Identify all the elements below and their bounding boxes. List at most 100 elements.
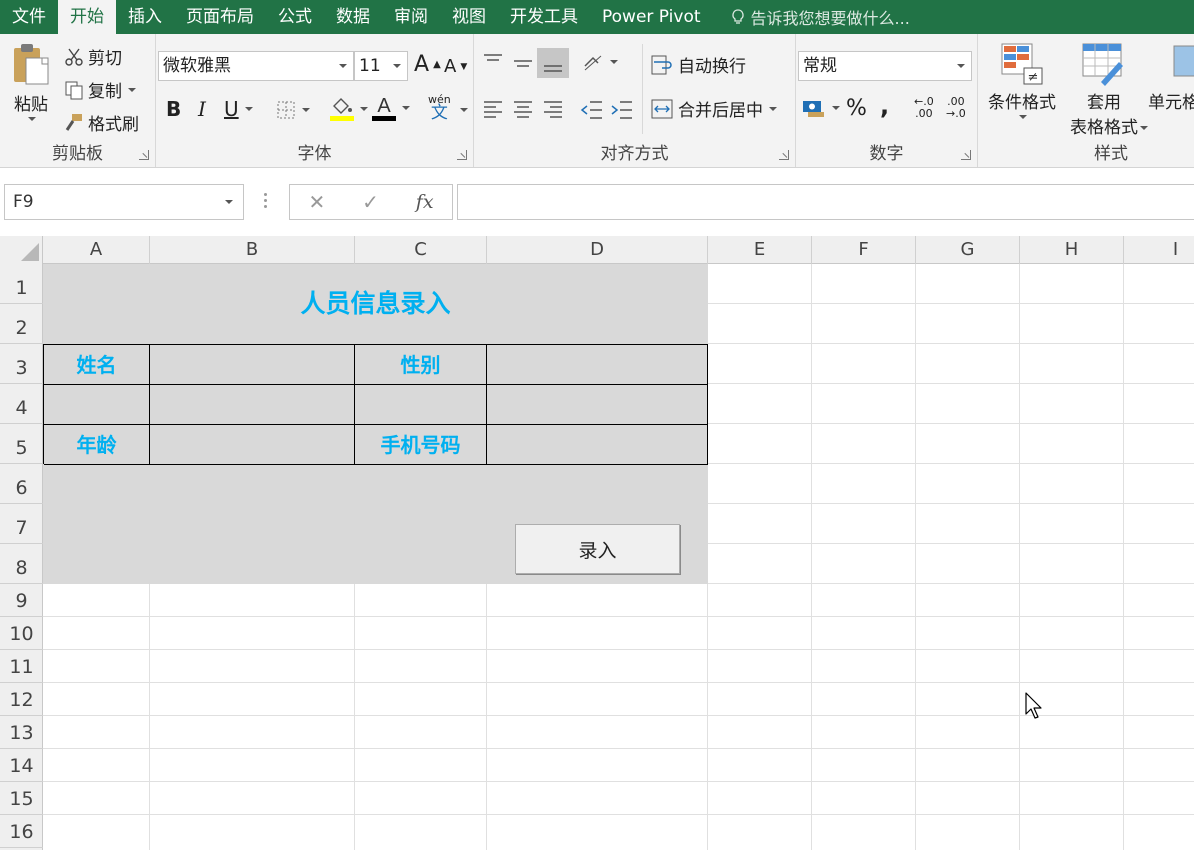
fill-color-button[interactable] [330, 96, 368, 122]
column-header-h[interactable]: H [1020, 236, 1124, 264]
phonetic-dropdown-icon[interactable] [460, 108, 468, 112]
column-header-d[interactable]: D [487, 236, 708, 264]
row-header-12[interactable]: 12 [0, 683, 43, 716]
tab-insert[interactable]: 插入 [116, 0, 174, 34]
row-header-9[interactable]: 9 [0, 584, 43, 617]
phone-label[interactable]: 手机号码 [355, 425, 487, 465]
font-color-button[interactable]: A [372, 94, 410, 122]
tab-developer[interactable]: 开发工具 [498, 0, 590, 34]
row-header-10[interactable]: 10 [0, 617, 43, 650]
conditional-formatting-dropdown-icon[interactable] [1019, 115, 1027, 119]
orientation-button[interactable] [582, 52, 618, 72]
row-header-2[interactable]: 2 [0, 304, 43, 344]
row-header-4[interactable]: 4 [0, 384, 43, 424]
empty-cell-b4[interactable] [150, 385, 355, 425]
copy-button[interactable]: 复制 [64, 77, 136, 102]
align-center-icon[interactable] [512, 98, 534, 122]
row-header-13[interactable]: 13 [0, 716, 43, 749]
tab-formulas[interactable]: 公式 [266, 0, 324, 34]
age-input-cell[interactable] [150, 425, 355, 465]
submit-button[interactable]: 录入 [515, 524, 680, 574]
insert-function-icon[interactable]: fx [416, 191, 434, 213]
cell-styles-button[interactable]: 单元格 [1148, 42, 1194, 113]
font-launcher-icon[interactable] [457, 150, 467, 160]
column-header-g[interactable]: G [916, 236, 1020, 264]
column-header-a[interactable]: A [43, 236, 150, 264]
name-box-dropdown-icon[interactable] [225, 200, 233, 204]
row-header-3[interactable]: 3 [0, 344, 43, 384]
font-size-dropdown-icon[interactable] [393, 64, 401, 68]
decrease-indent-icon[interactable] [580, 98, 604, 122]
row-header-15[interactable]: 15 [0, 782, 43, 815]
alignment-launcher-icon[interactable] [779, 150, 789, 160]
font-name-combo[interactable]: 微软雅黑 [158, 51, 354, 81]
empty-cell-a4[interactable] [44, 385, 150, 425]
name-box[interactable]: F9 [4, 184, 244, 220]
number-format-dropdown-icon[interactable] [957, 64, 965, 68]
merge-center-button[interactable]: 合并后居中 [650, 96, 777, 121]
row-header-7[interactable]: 7 [0, 504, 43, 544]
tab-power-pivot[interactable]: Power Pivot [590, 0, 713, 34]
fill-color-dropdown-icon[interactable] [360, 107, 368, 111]
tab-view[interactable]: 视图 [440, 0, 498, 34]
borders-dropdown-icon[interactable] [302, 108, 310, 112]
age-label[interactable]: 年龄 [44, 425, 150, 465]
cancel-icon[interactable]: ✕ [308, 190, 325, 214]
font-color-dropdown-icon[interactable] [402, 106, 410, 110]
column-header-c[interactable]: C [355, 236, 487, 264]
formula-input[interactable] [457, 184, 1194, 220]
wrap-text-button[interactable]: 自动换行 [650, 52, 746, 77]
decrease-decimal-button[interactable]: .00 →.0 [946, 96, 966, 120]
row-header-11[interactable]: 11 [0, 650, 43, 683]
paste-dropdown-icon[interactable] [28, 117, 36, 121]
gender-input-cell[interactable] [487, 345, 708, 385]
row-header-1[interactable]: 1 [0, 264, 43, 304]
empty-cell-d4[interactable] [487, 385, 708, 425]
number-format-combo[interactable]: 常规 [798, 51, 972, 81]
increase-decimal-button[interactable]: ←.0 .00 [914, 96, 934, 120]
formula-bar-resize-handle[interactable] [262, 190, 268, 210]
name-input-cell[interactable] [150, 345, 355, 385]
form-title[interactable]: 人员信息录入 [43, 264, 708, 344]
align-bottom-button[interactable] [537, 48, 569, 78]
align-left-icon[interactable] [482, 98, 504, 122]
number-launcher-icon[interactable] [961, 150, 971, 160]
clipboard-launcher-icon[interactable] [139, 150, 149, 160]
row-header-5[interactable]: 5 [0, 424, 43, 464]
copy-dropdown-icon[interactable] [128, 87, 136, 92]
accounting-format-button[interactable] [802, 98, 840, 118]
column-header-f[interactable]: F [812, 236, 916, 264]
font-size-combo[interactable]: 11 [354, 51, 408, 81]
empty-cell-c4[interactable] [355, 385, 487, 425]
tab-page-layout[interactable]: 页面布局 [174, 0, 266, 34]
increase-indent-icon[interactable] [610, 98, 634, 122]
row-header-6[interactable]: 6 [0, 464, 43, 504]
shrink-font-button[interactable]: A ▼ [444, 56, 467, 77]
conditional-formatting-button[interactable]: ≠ 条件格式 [984, 42, 1060, 119]
row-header-16[interactable]: 16 [0, 815, 43, 848]
tab-data[interactable]: 数据 [324, 0, 382, 34]
bold-button[interactable]: B [166, 97, 181, 121]
name-label[interactable]: 姓名 [44, 345, 150, 385]
gender-label[interactable]: 性别 [355, 345, 487, 385]
percent-button[interactable]: % [846, 96, 867, 121]
align-right-icon[interactable] [542, 98, 564, 122]
tab-home[interactable]: 开始 [58, 0, 116, 34]
align-top-icon[interactable] [482, 52, 504, 72]
column-header-i[interactable]: I [1124, 236, 1194, 264]
merge-center-dropdown-icon[interactable] [769, 106, 777, 111]
tell-me-search[interactable]: 告诉我您想要做什么... [713, 0, 910, 34]
comma-button[interactable]: , [880, 92, 889, 120]
phone-input-cell[interactable] [487, 425, 708, 465]
cell-grid[interactable]: 人员信息录入 姓名 性别 年龄 手机号码 录入 [43, 264, 1194, 850]
orientation-dropdown-icon[interactable] [610, 60, 618, 64]
select-all-button[interactable] [0, 236, 43, 264]
underline-dropdown-icon[interactable] [244, 107, 253, 111]
tab-review[interactable]: 审阅 [382, 0, 440, 34]
paste-button[interactable]: 粘贴 [8, 42, 54, 138]
italic-button[interactable]: I [198, 97, 206, 121]
underline-button[interactable]: U [224, 97, 253, 121]
column-header-b[interactable]: B [150, 236, 355, 264]
accounting-dropdown-icon[interactable] [832, 106, 840, 110]
phonetic-button[interactable]: wén 文 [428, 94, 451, 122]
